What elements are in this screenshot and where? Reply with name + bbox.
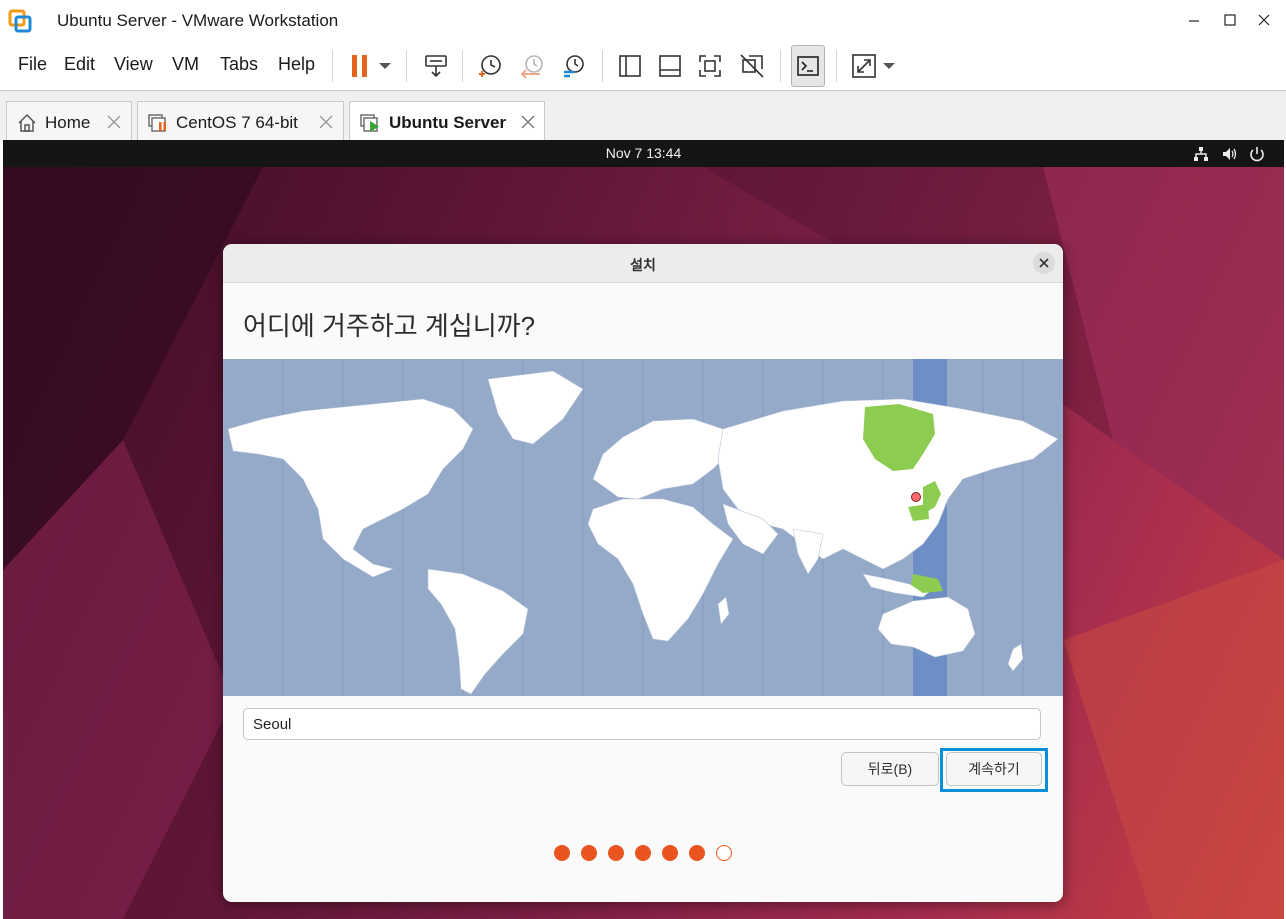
step-dot-complete bbox=[635, 845, 651, 861]
maximize-button[interactable] bbox=[1216, 7, 1244, 33]
progress-step-indicator bbox=[223, 845, 1063, 861]
home-icon bbox=[18, 113, 36, 132]
vm-tab-bar: Home CentOS 7 64-bit Ubuntu Server bbox=[0, 90, 1286, 141]
step-dot-current bbox=[716, 845, 732, 861]
tab-label: Ubuntu Server bbox=[389, 113, 507, 132]
tab-ubuntu-server[interactable]: Ubuntu Server bbox=[349, 101, 545, 141]
step-dot-complete bbox=[689, 845, 705, 861]
console-view-button[interactable] bbox=[791, 45, 825, 87]
toolbar-separator bbox=[462, 50, 463, 82]
close-icon bbox=[1258, 14, 1270, 26]
window-titlebar: Ubuntu Server - VMware Workstation bbox=[0, 0, 1286, 42]
tab-home[interactable]: Home bbox=[6, 101, 132, 141]
vm-running-icon bbox=[360, 114, 379, 132]
toolbar-separator bbox=[780, 50, 781, 82]
step-dot-complete bbox=[554, 845, 570, 861]
menu-toolbar: File Edit View VM Tabs Help bbox=[0, 42, 1286, 90]
send-ctrl-alt-del-button[interactable] bbox=[418, 48, 454, 84]
show-library-button[interactable] bbox=[612, 48, 648, 84]
menu-view[interactable]: View bbox=[114, 54, 153, 75]
revert-snapshot-button[interactable] bbox=[514, 48, 550, 84]
take-snapshot-button[interactable] bbox=[472, 48, 508, 84]
close-tab-icon[interactable] bbox=[317, 113, 335, 131]
fullscreen-icon bbox=[699, 55, 721, 77]
volume-icon[interactable] bbox=[1221, 145, 1239, 163]
vm-paused-icon bbox=[148, 114, 166, 132]
toolbar-separator bbox=[406, 50, 407, 82]
full-screen-button[interactable] bbox=[692, 48, 728, 84]
window-title: Ubuntu Server - VMware Workstation bbox=[57, 11, 339, 30]
toolbar-separator bbox=[836, 50, 837, 82]
terminal-icon bbox=[797, 56, 819, 76]
dialog-close-button[interactable] bbox=[1033, 252, 1055, 274]
unity-disabled-icon bbox=[740, 54, 764, 78]
snapshot-manager-icon bbox=[564, 55, 584, 78]
stretch-icon bbox=[852, 54, 876, 78]
network-icon[interactable] bbox=[1192, 145, 1210, 163]
power-dropdown[interactable] bbox=[372, 48, 398, 84]
close-tab-icon[interactable] bbox=[105, 113, 123, 131]
installer-dialog: 설치 어디에 거주하고 계십니까? Seoul 뒤로(B) 계속하기 bbox=[223, 244, 1063, 902]
gnome-top-bar: Nov 7 13:44 bbox=[3, 140, 1284, 167]
power-icon[interactable] bbox=[1248, 145, 1266, 163]
vmware-logo-icon bbox=[8, 9, 32, 33]
step-dot-complete bbox=[662, 845, 678, 861]
close-icon bbox=[1039, 258, 1049, 268]
menu-file[interactable]: File bbox=[18, 54, 47, 75]
clock[interactable]: Nov 7 13:44 bbox=[3, 145, 1284, 161]
menu-tabs[interactable]: Tabs bbox=[220, 54, 258, 75]
chevron-down-icon bbox=[379, 63, 391, 69]
tab-centos[interactable]: CentOS 7 64-bit bbox=[137, 101, 344, 141]
snapshot-revert-icon bbox=[520, 55, 543, 79]
tab-label: CentOS 7 64-bit bbox=[176, 113, 298, 132]
dialog-header: 설치 bbox=[223, 244, 1063, 283]
chevron-down-icon bbox=[883, 63, 895, 69]
step-dot-complete bbox=[608, 845, 624, 861]
menu-help[interactable]: Help bbox=[278, 54, 315, 75]
sidebar-layout-icon bbox=[619, 55, 641, 77]
menu-vm[interactable]: VM bbox=[172, 54, 199, 75]
maximize-icon bbox=[1224, 14, 1236, 26]
minimize-button[interactable] bbox=[1180, 7, 1208, 33]
step-dot-complete bbox=[581, 845, 597, 861]
dialog-title: 설치 bbox=[630, 257, 656, 273]
toolbar-separator bbox=[332, 50, 333, 82]
pause-icon bbox=[352, 55, 367, 77]
toolbar-separator bbox=[602, 50, 603, 82]
timezone-map[interactable] bbox=[223, 359, 1063, 696]
keyboard-send-icon bbox=[425, 55, 447, 78]
menu-edit[interactable]: Edit bbox=[64, 54, 95, 75]
snapshot-manager-button[interactable] bbox=[556, 48, 592, 84]
bottom-panel-layout-icon bbox=[659, 55, 681, 77]
minimize-icon bbox=[1189, 20, 1199, 22]
page-heading: 어디에 거주하고 계십니까? bbox=[243, 311, 536, 341]
show-thumbnail-bar-button[interactable] bbox=[652, 48, 688, 84]
selected-city-marker[interactable] bbox=[911, 492, 921, 502]
vm-console[interactable]: Nov 7 13:44 설치 어디에 거주하고 계십니까? Seoul 뒤로(B… bbox=[3, 140, 1284, 919]
close-tab-icon[interactable] bbox=[519, 113, 537, 131]
close-window-button[interactable] bbox=[1250, 7, 1278, 33]
back-button[interactable]: 뒤로(B) bbox=[841, 752, 939, 786]
continue-button[interactable]: 계속하기 bbox=[946, 752, 1042, 786]
timezone-input[interactable] bbox=[243, 708, 1041, 740]
tab-label: Home bbox=[45, 113, 91, 132]
snapshot-take-icon bbox=[479, 55, 501, 77]
stretch-dropdown[interactable] bbox=[876, 48, 902, 84]
unity-mode-button[interactable] bbox=[734, 48, 770, 84]
